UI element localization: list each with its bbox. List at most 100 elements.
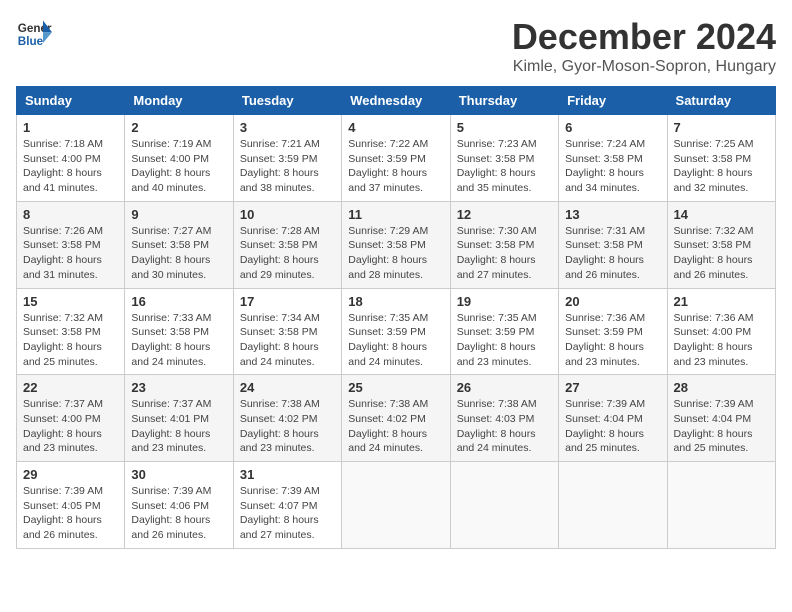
day-number: 26: [457, 380, 552, 395]
day-number: 5: [457, 120, 552, 135]
day-cell: 19 Sunrise: 7:35 AM Sunset: 3:59 PM Dayli…: [450, 288, 558, 375]
day-cell: 15 Sunrise: 7:32 AM Sunset: 3:58 PM Dayli…: [17, 288, 125, 375]
day-number: 30: [131, 467, 226, 482]
day-number: 19: [457, 294, 552, 309]
header: General Blue December 2024 Kimle, Gyor-M…: [16, 16, 776, 76]
day-info: Sunrise: 7:36 AM Sunset: 3:59 PM Dayligh…: [565, 311, 660, 370]
day-info: Sunrise: 7:24 AM Sunset: 3:58 PM Dayligh…: [565, 137, 660, 196]
day-info: Sunrise: 7:37 AM Sunset: 4:00 PM Dayligh…: [23, 397, 118, 456]
day-number: 13: [565, 207, 660, 222]
day-number: 15: [23, 294, 118, 309]
week-row-5: 29Sunrise: 7:39 AM Sunset: 4:05 PM Dayli…: [17, 462, 776, 549]
header-row: SundayMondayTuesdayWednesdayThursdayFrid…: [17, 87, 776, 115]
day-cell: 10 Sunrise: 7:28 AM Sunset: 3:58 PM Dayli…: [233, 201, 341, 288]
day-info: Sunrise: 7:23 AM Sunset: 3:58 PM Dayligh…: [457, 137, 552, 196]
day-info: Sunrise: 7:27 AM Sunset: 3:58 PM Dayligh…: [131, 224, 226, 283]
day-number: 12: [457, 207, 552, 222]
day-number: 16: [131, 294, 226, 309]
day-info: Sunrise: 7:25 AM Sunset: 3:58 PM Dayligh…: [674, 137, 769, 196]
day-cell: 21 Sunrise: 7:36 AM Sunset: 4:00 PM Dayli…: [667, 288, 775, 375]
day-cell: 29Sunrise: 7:39 AM Sunset: 4:05 PM Dayli…: [17, 462, 125, 549]
day-info: Sunrise: 7:39 AM Sunset: 4:07 PM Dayligh…: [240, 484, 335, 543]
day-cell: 4 Sunrise: 7:22 AM Sunset: 3:59 PM Daylig…: [342, 115, 450, 202]
location-title: Kimle, Gyor-Moson-Sopron, Hungary: [512, 58, 776, 76]
day-cell: 2 Sunrise: 7:19 AM Sunset: 4:00 PM Daylig…: [125, 115, 233, 202]
day-number: 22: [23, 380, 118, 395]
day-number: 18: [348, 294, 443, 309]
logo-icon: General Blue: [16, 16, 52, 52]
day-number: 9: [131, 207, 226, 222]
header-day-saturday: Saturday: [667, 87, 775, 115]
day-info: Sunrise: 7:39 AM Sunset: 4:04 PM Dayligh…: [565, 397, 660, 456]
day-number: 27: [565, 380, 660, 395]
day-cell: 28Sunrise: 7:39 AM Sunset: 4:04 PM Dayli…: [667, 375, 775, 462]
week-row-4: 22 Sunrise: 7:37 AM Sunset: 4:00 PM Dayli…: [17, 375, 776, 462]
day-cell: 11Sunrise: 7:29 AM Sunset: 3:58 PM Dayli…: [342, 201, 450, 288]
day-info: Sunrise: 7:31 AM Sunset: 3:58 PM Dayligh…: [565, 224, 660, 283]
day-info: Sunrise: 7:19 AM Sunset: 4:00 PM Dayligh…: [131, 137, 226, 196]
day-cell: 1 Sunrise: 7:18 AM Sunset: 4:00 PM Daylig…: [17, 115, 125, 202]
day-cell: [342, 462, 450, 549]
day-cell: 23 Sunrise: 7:37 AM Sunset: 4:01 PM Dayli…: [125, 375, 233, 462]
day-info: Sunrise: 7:37 AM Sunset: 4:01 PM Dayligh…: [131, 397, 226, 456]
day-number: 2: [131, 120, 226, 135]
day-number: 17: [240, 294, 335, 309]
day-number: 7: [674, 120, 769, 135]
day-cell: [450, 462, 558, 549]
day-number: 31: [240, 467, 335, 482]
day-cell: 30 Sunrise: 7:39 AM Sunset: 4:06 PM Dayli…: [125, 462, 233, 549]
day-info: Sunrise: 7:36 AM Sunset: 4:00 PM Dayligh…: [674, 311, 769, 370]
day-number: 25: [348, 380, 443, 395]
day-number: 6: [565, 120, 660, 135]
day-cell: [559, 462, 667, 549]
day-info: Sunrise: 7:39 AM Sunset: 4:04 PM Dayligh…: [674, 397, 769, 456]
day-cell: [667, 462, 775, 549]
day-number: 4: [348, 120, 443, 135]
day-cell: 3 Sunrise: 7:21 AM Sunset: 3:59 PM Daylig…: [233, 115, 341, 202]
day-number: 20: [565, 294, 660, 309]
day-cell: 9 Sunrise: 7:27 AM Sunset: 3:58 PM Daylig…: [125, 201, 233, 288]
day-cell: 16 Sunrise: 7:33 AM Sunset: 3:58 PM Dayli…: [125, 288, 233, 375]
day-info: Sunrise: 7:34 AM Sunset: 3:58 PM Dayligh…: [240, 311, 335, 370]
day-number: 10: [240, 207, 335, 222]
day-info: Sunrise: 7:32 AM Sunset: 3:58 PM Dayligh…: [23, 311, 118, 370]
day-info: Sunrise: 7:21 AM Sunset: 3:59 PM Dayligh…: [240, 137, 335, 196]
header-day-wednesday: Wednesday: [342, 87, 450, 115]
day-number: 3: [240, 120, 335, 135]
day-cell: 25 Sunrise: 7:38 AM Sunset: 4:02 PM Dayli…: [342, 375, 450, 462]
day-info: Sunrise: 7:32 AM Sunset: 3:58 PM Dayligh…: [674, 224, 769, 283]
header-day-sunday: Sunday: [17, 87, 125, 115]
day-cell: 18 Sunrise: 7:35 AM Sunset: 3:59 PM Dayli…: [342, 288, 450, 375]
day-cell: 22 Sunrise: 7:37 AM Sunset: 4:00 PM Dayli…: [17, 375, 125, 462]
day-cell: 6 Sunrise: 7:24 AM Sunset: 3:58 PM Daylig…: [559, 115, 667, 202]
day-info: Sunrise: 7:38 AM Sunset: 4:02 PM Dayligh…: [348, 397, 443, 456]
day-cell: 7 Sunrise: 7:25 AM Sunset: 3:58 PM Daylig…: [667, 115, 775, 202]
day-cell: 13 Sunrise: 7:31 AM Sunset: 3:58 PM Dayli…: [559, 201, 667, 288]
header-day-friday: Friday: [559, 87, 667, 115]
day-info: Sunrise: 7:35 AM Sunset: 3:59 PM Dayligh…: [348, 311, 443, 370]
day-cell: 27 Sunrise: 7:39 AM Sunset: 4:04 PM Dayli…: [559, 375, 667, 462]
day-info: Sunrise: 7:39 AM Sunset: 4:05 PM Dayligh…: [23, 484, 118, 543]
day-cell: 24 Sunrise: 7:38 AM Sunset: 4:02 PM Dayli…: [233, 375, 341, 462]
day-number: 21: [674, 294, 769, 309]
day-info: Sunrise: 7:38 AM Sunset: 4:03 PM Dayligh…: [457, 397, 552, 456]
day-number: 24: [240, 380, 335, 395]
day-cell: 17 Sunrise: 7:34 AM Sunset: 3:58 PM Dayli…: [233, 288, 341, 375]
day-cell: 26 Sunrise: 7:38 AM Sunset: 4:03 PM Dayli…: [450, 375, 558, 462]
header-day-tuesday: Tuesday: [233, 87, 341, 115]
day-info: Sunrise: 7:33 AM Sunset: 3:58 PM Dayligh…: [131, 311, 226, 370]
day-info: Sunrise: 7:22 AM Sunset: 3:59 PM Dayligh…: [348, 137, 443, 196]
day-info: Sunrise: 7:35 AM Sunset: 3:59 PM Dayligh…: [457, 311, 552, 370]
day-info: Sunrise: 7:18 AM Sunset: 4:00 PM Dayligh…: [23, 137, 118, 196]
header-day-thursday: Thursday: [450, 87, 558, 115]
title-area: December 2024 Kimle, Gyor-Moson-Sopron, …: [512, 16, 776, 76]
day-number: 1: [23, 120, 118, 135]
day-cell: 31 Sunrise: 7:39 AM Sunset: 4:07 PM Dayli…: [233, 462, 341, 549]
day-cell: 5 Sunrise: 7:23 AM Sunset: 3:58 PM Daylig…: [450, 115, 558, 202]
day-info: Sunrise: 7:28 AM Sunset: 3:58 PM Dayligh…: [240, 224, 335, 283]
day-info: Sunrise: 7:38 AM Sunset: 4:02 PM Dayligh…: [240, 397, 335, 456]
day-number: 23: [131, 380, 226, 395]
header-day-monday: Monday: [125, 87, 233, 115]
week-row-3: 15 Sunrise: 7:32 AM Sunset: 3:58 PM Dayli…: [17, 288, 776, 375]
day-info: Sunrise: 7:39 AM Sunset: 4:06 PM Dayligh…: [131, 484, 226, 543]
